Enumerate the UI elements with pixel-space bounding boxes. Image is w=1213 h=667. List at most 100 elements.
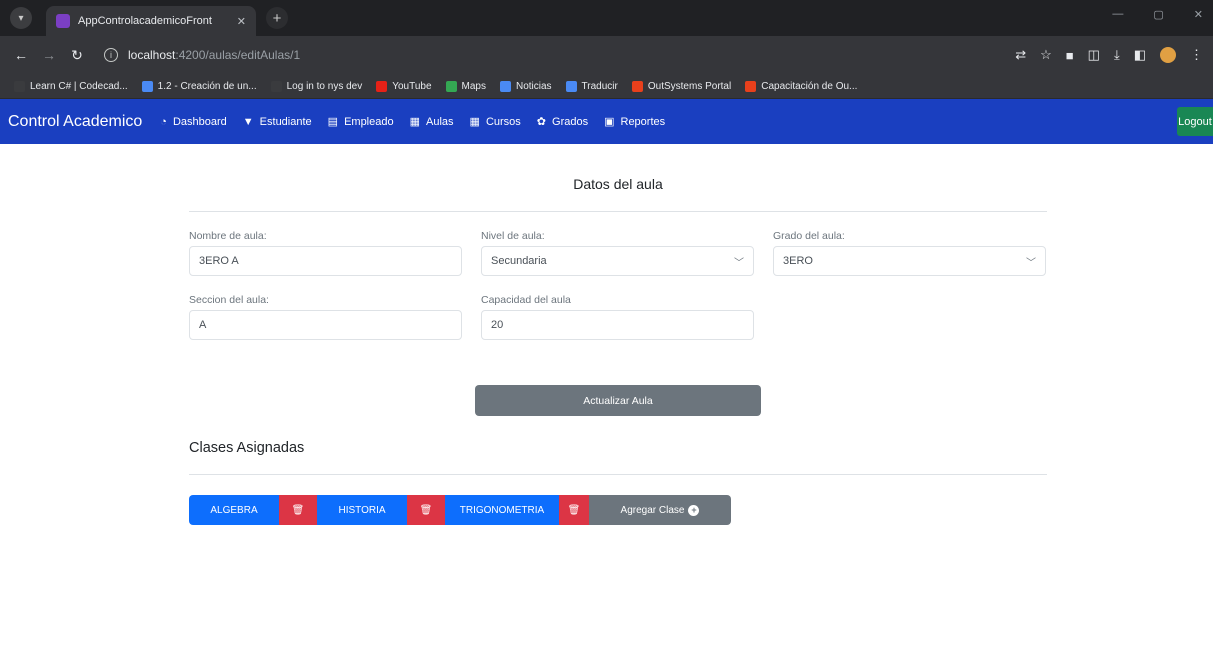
maximize-icon[interactable]: ▢ <box>1153 8 1163 21</box>
trash-icon: 🗑 <box>567 504 581 516</box>
bookmark-label: Capacitación de Ou... <box>761 80 858 92</box>
assigned-classes-title: Clases Asignadas <box>189 440 305 456</box>
toolbar-icons: ⇄ ☆ ■ ◫ ⤓ ◧ ⋮ <box>1015 47 1203 63</box>
nivel-label: Nivel de aula: <box>481 230 545 242</box>
menu-dots-icon[interactable]: ⋮ <box>1190 47 1203 63</box>
trash-icon: 🗑 <box>419 504 433 516</box>
plus-circle-icon: + <box>688 504 700 516</box>
site-info-icon[interactable]: i <box>104 48 118 62</box>
bookmark-favicon-icon <box>631 80 643 92</box>
bookmark-item[interactable]: Capacitación de Ou... <box>745 80 858 92</box>
back-icon[interactable]: ← <box>10 47 32 63</box>
class-chip-historia[interactable]: HISTORIA <box>317 495 407 525</box>
nav-link-cursos[interactable]: ▦ Cursos <box>469 115 521 129</box>
class-chip-trigonometria[interactable]: TRIGONOMETRIA <box>445 495 559 525</box>
minimize-icon[interactable]: — <box>1112 8 1123 21</box>
nivel-select[interactable]: Secundaria ﹀ <box>481 246 754 276</box>
bookmark-item[interactable]: Learn C# | Codecad... <box>14 80 128 92</box>
tab-search-icon[interactable]: ▾ <box>10 7 32 29</box>
nivel-value: Secundaria <box>491 255 547 267</box>
bookmark-favicon-icon <box>565 80 577 92</box>
bookmark-label: Maps <box>461 80 486 92</box>
download-icon[interactable]: ⤓ <box>1114 47 1120 63</box>
form-row-1: Nombre de aula: 3ERO A Nivel de aula: Se… <box>189 230 1047 276</box>
translate-icon[interactable]: ⇄ <box>1015 47 1026 63</box>
bookmark-label: Learn C# | Codecad... <box>30 80 128 92</box>
close-window-icon[interactable]: ✕ <box>1194 8 1203 21</box>
seccion-field: Seccion del aula: A <box>189 294 462 340</box>
seccion-input[interactable]: A <box>189 310 462 340</box>
delete-class-button[interactable]: 🗑 <box>407 495 445 525</box>
nombre-input[interactable]: 3ERO A <box>189 246 462 276</box>
profile-avatar[interactable] <box>1160 47 1176 63</box>
bookmark-label: Log in to nys dev <box>286 80 363 92</box>
new-tab-icon[interactable]: + <box>266 7 288 29</box>
nav-link-dashboard[interactable]: ◔ Dashboard <box>160 116 226 128</box>
capacidad-field: Capacidad del aula 20 <box>481 294 754 340</box>
grado-label: Grado del aula: <box>773 230 845 242</box>
logout-button[interactable]: Logout <box>1177 107 1213 136</box>
tab-title: AppControlacademicoFront <box>78 15 212 27</box>
bookmark-item[interactable]: OutSystems Portal <box>631 80 731 92</box>
close-tab-icon[interactable]: ✕ <box>237 15 246 28</box>
browser-titlebar: ▾ AppControlacademicoFront ✕ + — ▢ ✕ <box>0 0 1213 36</box>
bookmark-label: Traducir <box>581 80 618 92</box>
bookmark-item[interactable]: Log in to nys dev <box>270 80 363 92</box>
app-navbar: Control Academico ◔ Dashboard ▼ Estudiante… <box>0 99 1213 144</box>
url-path: :4200/aulas/editAulas/1 <box>175 48 301 62</box>
nav-link-label: Reportes <box>620 115 666 128</box>
add-class-button[interactable]: Agregar Clase + <box>589 495 731 525</box>
assigned-classes-list: ALGEBRA 🗑 HISTORIA 🗑 TRIGONOMETRIA 🗑 Agr… <box>189 495 731 525</box>
side-panel-icon[interactable]: ◧ <box>1134 47 1146 63</box>
bookmark-item[interactable]: YouTube <box>376 80 432 92</box>
dashboard-icon: ◔ <box>160 115 167 128</box>
brand-link[interactable]: Control Academico <box>8 113 142 131</box>
capacidad-input[interactable]: 20 <box>481 310 754 340</box>
browser-tab[interactable]: AppControlacademicoFront ✕ <box>46 6 256 36</box>
bookmark-item[interactable]: Maps <box>445 80 486 92</box>
add-class-label: Agregar Clase <box>620 504 685 516</box>
nombre-field: Nombre de aula: 3ERO A <box>189 230 462 276</box>
trash-icon: 🗑 <box>291 504 305 516</box>
nav-link-grados[interactable]: ✿ Grados <box>536 115 588 129</box>
extensions-puzzle-icon[interactable]: ◫ <box>1088 47 1100 63</box>
seccion-value: A <box>199 319 207 331</box>
delete-class-button[interactable]: 🗑 <box>279 495 317 525</box>
extension-icon[interactable]: ■ <box>1066 48 1074 63</box>
bookmark-item[interactable]: Noticias <box>499 80 552 92</box>
bookmark-favicon-icon <box>14 80 25 92</box>
bookmark-star-icon[interactable]: ☆ <box>1040 47 1052 63</box>
capacidad-value: 20 <box>491 319 504 331</box>
bookmark-item[interactable]: Traducir <box>565 80 618 92</box>
reload-icon[interactable]: ↻ <box>66 47 88 64</box>
classes-divider <box>189 474 1047 475</box>
nav-link-reportes[interactable]: ▣ Reportes <box>604 115 666 129</box>
student-icon: ▼ <box>242 115 254 128</box>
nav-link-estudiante[interactable]: ▼ Estudiante <box>243 116 312 128</box>
nav-link-label: Aulas <box>426 115 454 128</box>
bookmark-favicon-icon <box>376 80 388 92</box>
update-classroom-button[interactable]: Actualizar Aula <box>475 385 761 416</box>
bookmarks-bar: Learn C# | Codecad... 1.2 - Creación de … <box>0 74 1213 99</box>
seccion-label: Seccion del aula: <box>189 294 269 306</box>
grado-select[interactable]: 3ERO ﹀ <box>773 246 1046 276</box>
form-row-2: Seccion del aula: A Capacidad del aula 2… <box>189 294 1047 340</box>
courses-icon: ▦ <box>469 116 480 128</box>
grades-icon: ✿ <box>536 116 547 128</box>
forward-icon[interactable]: → <box>38 47 60 63</box>
bookmark-favicon-icon <box>270 80 282 92</box>
bookmark-favicon-icon <box>745 80 757 92</box>
delete-class-button[interactable]: 🗑 <box>559 495 589 525</box>
nivel-field: Nivel de aula: Secundaria ﹀ <box>481 230 754 276</box>
app-favicon-icon <box>56 14 70 28</box>
grado-value: 3ERO <box>783 255 813 267</box>
form-divider <box>189 211 1047 212</box>
nav-link-label: Empleado <box>344 115 394 128</box>
nav-link-aulas[interactable]: ▦ Aulas <box>410 115 454 129</box>
nombre-label: Nombre de aula: <box>189 230 267 242</box>
address-bar[interactable]: i localhost:4200/aulas/editAulas/1 <box>98 41 903 69</box>
employee-icon: ▤ <box>327 116 339 128</box>
nav-link-empleado[interactable]: ▤ Empleado <box>327 115 394 129</box>
bookmark-item[interactable]: 1.2 - Creación de un... <box>141 80 257 92</box>
class-chip-algebra[interactable]: ALGEBRA <box>189 495 279 525</box>
